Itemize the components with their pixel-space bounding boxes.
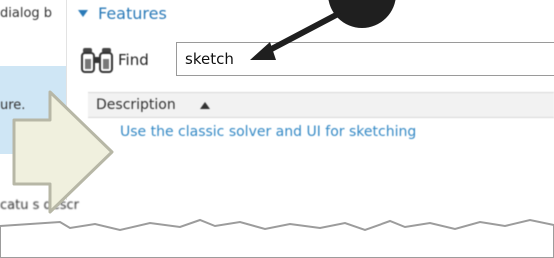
table-header-description[interactable]: Description bbox=[88, 92, 554, 118]
find-input[interactable] bbox=[176, 42, 554, 76]
features-title: Features bbox=[98, 3, 167, 23]
sort-ascending-icon bbox=[199, 101, 210, 109]
left-panel-selected-text: ure. bbox=[0, 98, 26, 113]
torn-edge bbox=[0, 218, 554, 258]
find-row: Find bbox=[80, 40, 149, 80]
column-header-description: Description bbox=[96, 97, 176, 113]
binoculars-icon bbox=[81, 48, 113, 73]
triangle-down-icon bbox=[78, 9, 88, 17]
find-label: Find bbox=[118, 51, 149, 69]
left-panel-text-top: dialog b bbox=[0, 6, 53, 21]
left-panel-selected-item[interactable]: ure. bbox=[0, 66, 66, 154]
results-table: Description Use the classic solver and U… bbox=[66, 86, 554, 196]
features-section-header[interactable]: Features bbox=[72, 0, 167, 26]
table-row[interactable]: Use the classic solver and UI for sketch… bbox=[120, 124, 416, 140]
